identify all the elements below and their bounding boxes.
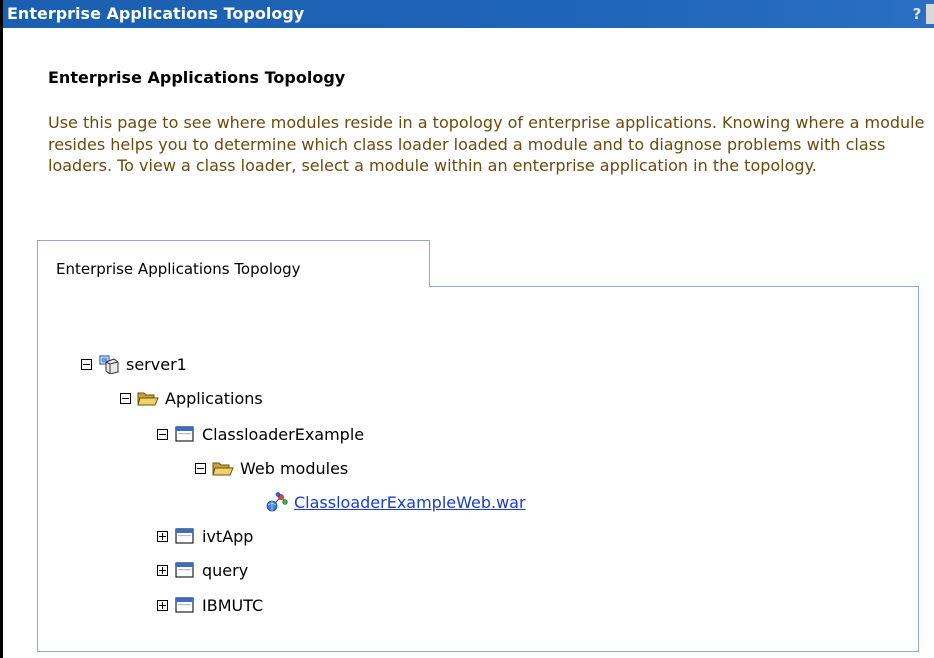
tree-label-server1: server1 <box>126 354 187 374</box>
tree-node-web-modules[interactable]: Web modules <box>195 455 348 481</box>
expand-icon[interactable] <box>157 599 168 611</box>
collapse-icon[interactable] <box>81 358 92 370</box>
help-button[interactable]: ? <box>910 4 924 24</box>
collapse-icon[interactable] <box>120 392 131 404</box>
web-module-icon <box>266 492 288 512</box>
collapse-icon[interactable] <box>195 462 206 474</box>
expand-icon[interactable] <box>157 530 168 542</box>
tree-node-classloaderexample[interactable]: ClassloaderExample <box>157 421 364 447</box>
tree-node-query[interactable]: query <box>157 557 248 583</box>
tree-node-ibmutc[interactable]: IBMUTC <box>157 592 263 618</box>
tree-node-ivtapp[interactable]: ivtApp <box>157 523 253 549</box>
portlet-titlebar: Enterprise Applications Topology ? <box>3 0 934 28</box>
tree-label-ivtapp: ivtApp <box>202 526 254 546</box>
tab-label: Enterprise Applications Topology <box>56 260 301 278</box>
tree-label-query: query <box>202 560 249 580</box>
folder-open-icon <box>137 392 159 406</box>
left-border <box>0 0 3 658</box>
expand-icon[interactable] <box>157 564 168 576</box>
server-icon <box>99 355 119 374</box>
tab-enterprise-applications-topology[interactable]: Enterprise Applications Topology <box>37 240 430 287</box>
folder-open-icon <box>212 462 234 476</box>
tree-label-applications: Applications <box>165 388 263 408</box>
classloaderexampleweb-war-link[interactable]: ClassloaderExampleWeb.war <box>294 493 526 512</box>
page-title: Enterprise Applications Topology <box>48 68 346 87</box>
tree-node-classloaderexampleweb-war[interactable]: ClassloaderExampleWeb.war <box>266 489 526 515</box>
application-window-icon <box>175 528 194 544</box>
collapse-icon[interactable] <box>157 428 168 440</box>
portlet-title: Enterprise Applications Topology <box>7 4 305 23</box>
tree-node-server1[interactable]: server1 <box>81 351 187 377</box>
page-description: Use this page to see where modules resid… <box>48 113 925 176</box>
application-window-icon <box>175 426 194 442</box>
minimize-button[interactable] <box>926 4 934 24</box>
application-window-icon <box>175 597 194 613</box>
tree-label-ibmutc: IBMUTC <box>202 595 264 615</box>
application-window-icon <box>175 562 194 578</box>
topology-panel: server1 Applications ClassloaderExample … <box>37 286 919 652</box>
tree-label-web-modules: Web modules <box>240 458 349 478</box>
tree-node-applications[interactable]: Applications <box>120 385 263 411</box>
tree-label-classloaderexample: ClassloaderExample <box>202 424 365 444</box>
